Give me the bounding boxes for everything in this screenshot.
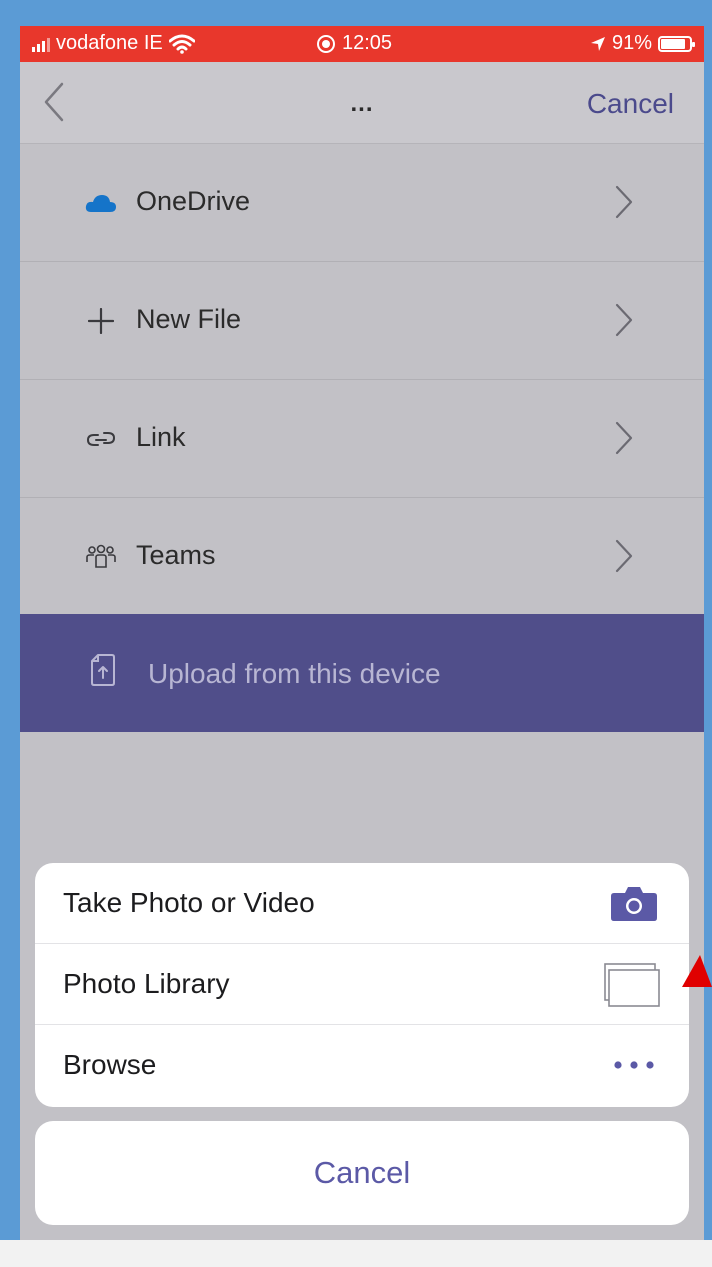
status-bar: vodafone IE 12:05 91% (20, 26, 704, 62)
status-left: vodafone IE (32, 32, 195, 55)
option-label: Photo Library (63, 968, 230, 999)
option-label: Take Photo or Video (63, 887, 315, 918)
upload-from-device-button[interactable]: Upload from this device (20, 614, 704, 732)
chevron-right-icon (615, 185, 633, 219)
camera-icon (611, 887, 657, 921)
teams-icon (84, 540, 118, 574)
battery-fill (661, 38, 685, 49)
photo-library-icon (604, 963, 660, 1007)
signal-strength-icon (32, 36, 50, 52)
battery-icon (658, 35, 695, 52)
action-sheet-cancel-button[interactable]: Cancel (35, 1121, 689, 1225)
nav-cancel-button[interactable]: Cancel (587, 88, 674, 120)
menu-item-label: Link (136, 422, 186, 452)
chevron-right-icon (615, 303, 633, 337)
onedrive-cloud-icon (84, 186, 118, 220)
status-time: 12:05 (342, 32, 393, 54)
status-center: 12:05 (316, 32, 392, 55)
menu-item-label: New File (136, 304, 242, 334)
wifi-icon (168, 34, 195, 54)
bottom-strip (0, 1240, 712, 1267)
status-right: 91% (590, 32, 695, 55)
photo-library-option[interactable]: Photo Library (35, 944, 689, 1025)
battery-percent: 91% (611, 32, 652, 54)
upload-file-icon (91, 654, 115, 686)
navigation-bar: ... Cancel (20, 62, 704, 144)
option-label: Browse (63, 1049, 157, 1080)
location-arrow-icon (590, 36, 605, 51)
plus-icon (84, 304, 118, 338)
menu-item-label: Teams (136, 540, 216, 570)
menu-item-teams[interactable]: Teams (20, 498, 704, 616)
link-icon (84, 422, 118, 456)
carrier-name: vodafone IE (56, 32, 163, 54)
action-sheet: Take Photo or Video Photo Library Browse (35, 863, 689, 1107)
annotation-arrow-icon (682, 955, 712, 987)
chevron-right-icon (615, 539, 633, 573)
menu-item-label: OneDrive (136, 186, 251, 216)
menu-item-new-file[interactable]: New File (20, 262, 704, 380)
browse-option[interactable]: Browse (35, 1025, 689, 1106)
chevron-right-icon (615, 421, 633, 455)
menu-item-onedrive[interactable]: OneDrive (20, 144, 704, 262)
phone-screen: vodafone IE 12:05 91% ... Cancel OneDriv… (20, 26, 704, 1240)
take-photo-option[interactable]: Take Photo or Video (35, 863, 689, 944)
menu-item-link[interactable]: Link (20, 380, 704, 498)
upload-label: Upload from this device (148, 658, 441, 689)
more-dots-icon (614, 1061, 654, 1069)
screen-record-icon (317, 34, 335, 53)
